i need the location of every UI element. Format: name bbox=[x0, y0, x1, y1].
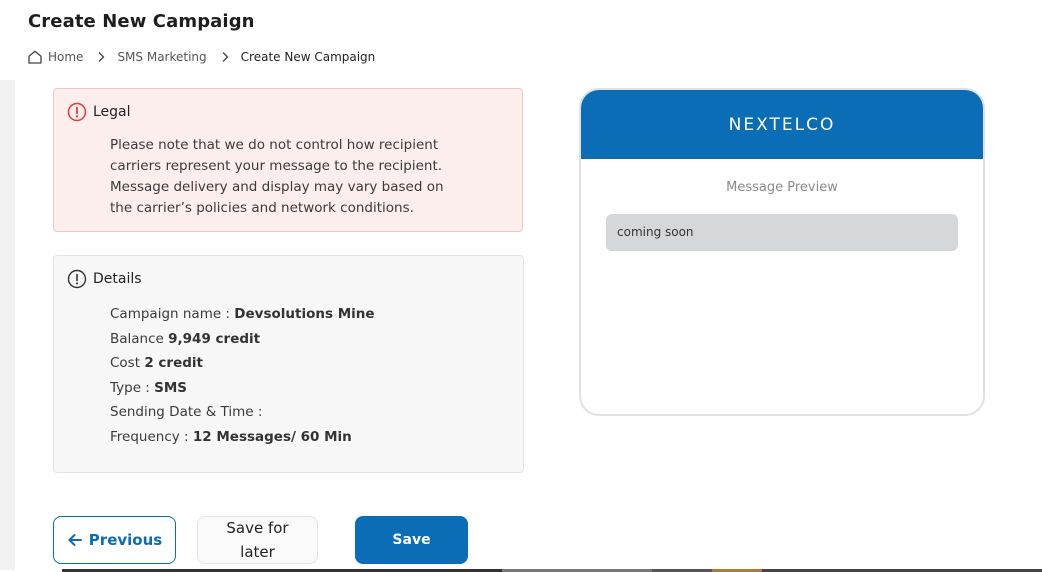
chevron-right-icon bbox=[96, 51, 106, 63]
save-button[interactable]: Save bbox=[355, 516, 468, 564]
legal-heading-row: Legal bbox=[67, 102, 131, 122]
breadcrumb: Home SMS Marketing Create New Campaign bbox=[27, 48, 375, 66]
detail-value: 2 credit bbox=[144, 355, 203, 371]
detail-label: Cost bbox=[110, 355, 145, 371]
detail-label: Type : bbox=[110, 379, 155, 396]
detail-label: Frequency : bbox=[110, 428, 193, 445]
detail-label: Campaign name : bbox=[110, 306, 235, 322]
preview-label: Message Preview bbox=[726, 180, 838, 195]
home-icon[interactable] bbox=[27, 49, 43, 65]
arrow-left-icon bbox=[68, 534, 82, 546]
save-for-later-line: Save for bbox=[226, 519, 289, 537]
details-heading: Details bbox=[93, 271, 142, 287]
detail-sending-date: Sending Date & Time : bbox=[110, 400, 375, 425]
detail-value: Devsolutions Mine bbox=[234, 306, 375, 322]
detail-value: 12 Messages/ 60 Min bbox=[192, 428, 352, 445]
message-preview-card: NEXTELCO Message Preview coming soon bbox=[579, 88, 985, 416]
detail-frequency: Frequency : 12 Messages/ 60 Min bbox=[110, 425, 375, 450]
legal-text: Please note that we do not control how r… bbox=[110, 135, 490, 219]
detail-cost: Cost 2 credit bbox=[110, 351, 375, 376]
legal-line: carriers represent your message to the r… bbox=[110, 158, 443, 174]
legal-line: Message delivery and display may vary ba… bbox=[110, 179, 444, 195]
brand-logo: NEXTELCO bbox=[728, 114, 836, 135]
preview-header: NEXTELCO bbox=[581, 90, 983, 159]
campaign-details: Details Campaign name : Devsolutions Min… bbox=[53, 255, 524, 473]
detail-type: Type : SMS bbox=[110, 376, 375, 401]
detail-value: 9,949 credit bbox=[168, 330, 261, 347]
detail-label: Balance bbox=[110, 330, 169, 347]
detail-label: Sending Date & Time : bbox=[110, 404, 263, 420]
previous-button[interactable]: Previous bbox=[53, 516, 176, 564]
info-circle-icon bbox=[67, 269, 87, 289]
detail-value: SMS bbox=[154, 379, 188, 396]
details-heading-row: Details bbox=[67, 269, 142, 289]
page-title: Create New Campaign bbox=[28, 11, 255, 32]
alert-circle-icon bbox=[67, 102, 87, 122]
legal-line: Please note that we do not control how r… bbox=[110, 137, 439, 153]
left-scroll-strip bbox=[0, 80, 15, 570]
save-for-later-label: Save for later bbox=[226, 516, 288, 564]
previous-label: Previous bbox=[88, 531, 163, 549]
breadcrumb-home[interactable]: Home bbox=[48, 50, 83, 64]
detail-campaign-name: Campaign name : Devsolutions Mine bbox=[110, 302, 375, 327]
breadcrumb-current: Create New Campaign bbox=[240, 50, 376, 64]
save-for-later-button[interactable]: Save for later bbox=[197, 516, 318, 564]
details-list: Campaign name : Devsolutions Mine Balanc… bbox=[110, 302, 375, 449]
legal-notice: Legal Please note that we do not control… bbox=[53, 88, 523, 232]
save-label: Save bbox=[392, 532, 431, 548]
detail-balance: Balance 9,949 credit bbox=[110, 327, 375, 352]
legal-heading: Legal bbox=[93, 104, 131, 120]
save-for-later-line: later bbox=[240, 543, 275, 561]
breadcrumb-sms-marketing[interactable]: SMS Marketing bbox=[117, 50, 206, 64]
chevron-right-icon bbox=[220, 51, 230, 63]
legal-line: the carrier’s policies and network condi… bbox=[110, 200, 414, 216]
message-bubble: coming soon bbox=[606, 214, 958, 251]
